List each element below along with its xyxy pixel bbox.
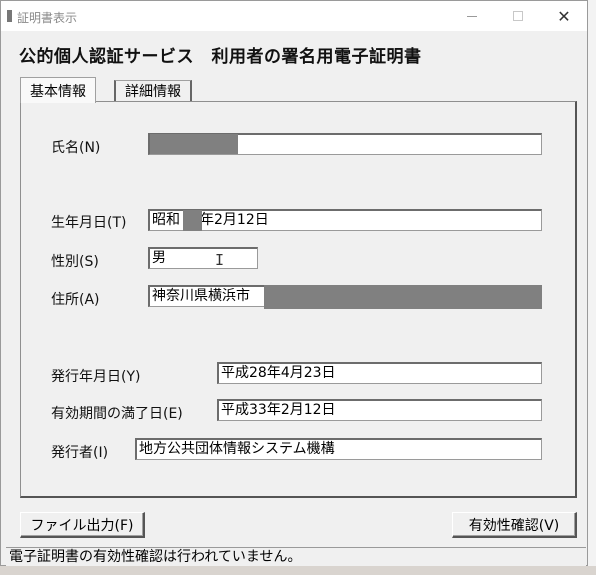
minimize-icon	[467, 15, 477, 17]
issue-date-value: 平成28年4月23日	[221, 365, 336, 381]
gender-field[interactable]: 男	[148, 247, 258, 269]
validity-check-button[interactable]: 有効性確認(V)	[452, 512, 577, 538]
issuer-label: 発行者(I)	[51, 445, 109, 461]
close-button[interactable]: ✕	[541, 1, 587, 31]
birth-date-label: 生年月日(T)	[51, 215, 127, 231]
issuer-value: 地方公共団体情報システム機構	[139, 441, 335, 457]
title-bar[interactable]: 証明書表示 ✕	[1, 1, 587, 31]
tab-basic-info[interactable]: 基本情報	[20, 77, 96, 103]
file-output-button[interactable]: ファイル出力(F)	[20, 512, 145, 538]
status-bar: 電子証明書の有効性確認は行われていません。	[6, 547, 586, 566]
birth-date-rest: 年2月12日	[200, 212, 269, 228]
gender-value: 男	[152, 250, 166, 266]
address-value: 神奈川県横浜市	[152, 288, 250, 304]
expiry-date-label: 有効期間の満了日(E)	[51, 406, 183, 422]
birth-date-field[interactable]: 昭和 年2月12日	[148, 209, 542, 231]
birth-date-era: 昭和	[152, 212, 180, 228]
tab-detail-info[interactable]: 詳細情報	[114, 80, 192, 101]
minimize-button[interactable]	[449, 1, 495, 31]
background-app-bottom	[0, 566, 596, 575]
background-app-edge	[588, 0, 596, 575]
issuer-field[interactable]: 地方公共団体情報システム機構	[135, 438, 542, 460]
app-icon	[7, 10, 12, 22]
text-cursor-icon: I	[215, 251, 225, 269]
window-title: 証明書表示	[17, 11, 78, 25]
close-icon: ✕	[557, 6, 571, 26]
gender-label: 性別(S)	[51, 254, 99, 270]
issue-date-label: 発行年月日(Y)	[51, 369, 141, 385]
maximize-button[interactable]	[495, 1, 541, 31]
page-title: 公的個人認証サービス 利用者の署名用電子証明書	[19, 47, 422, 67]
name-label: 氏名(N)	[51, 140, 101, 156]
address-label: 住所(A)	[51, 292, 100, 308]
name-redaction	[150, 134, 238, 154]
certificate-dialog: 証明書表示 ✕ 公的個人認証サービス 利用者の署名用電子証明書 基本情報 詳細情…	[0, 0, 588, 566]
birth-year-redaction	[183, 210, 202, 231]
expiry-date-field[interactable]: 平成33年2月12日	[217, 399, 542, 421]
address-redaction	[264, 285, 542, 309]
maximize-icon	[513, 11, 523, 21]
issue-date-field[interactable]: 平成28年4月23日	[217, 362, 542, 384]
expiry-date-value: 平成33年2月12日	[221, 402, 336, 418]
